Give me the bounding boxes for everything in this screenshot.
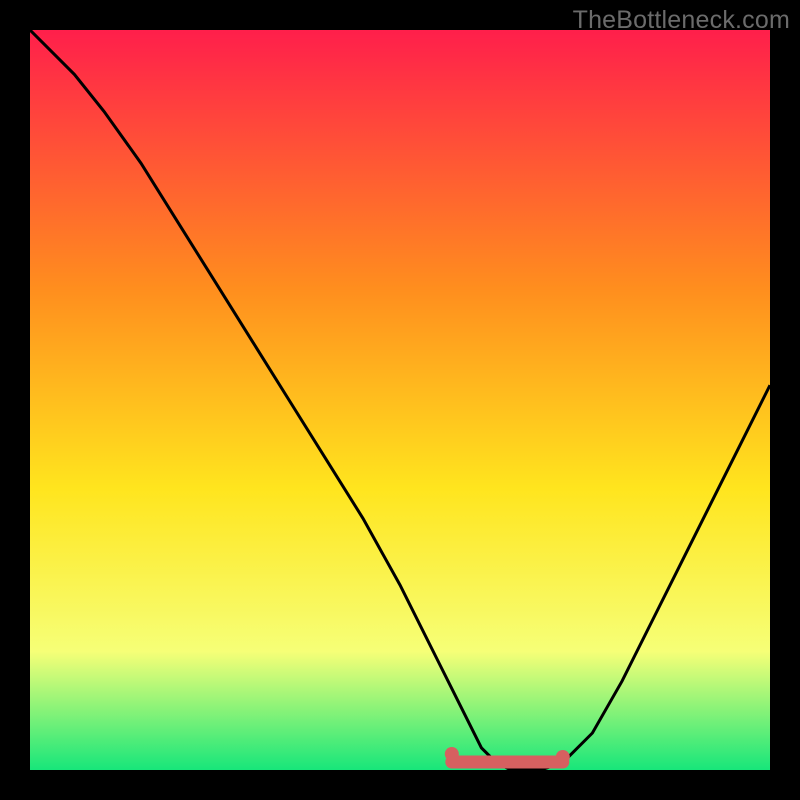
optimum-marker-dot-right [556, 750, 570, 764]
optimum-marker-dot-left [445, 747, 459, 761]
heat-gradient-bg [30, 30, 770, 770]
chart-frame: TheBottleneck.com [0, 0, 800, 800]
bottleneck-chart [30, 30, 770, 770]
